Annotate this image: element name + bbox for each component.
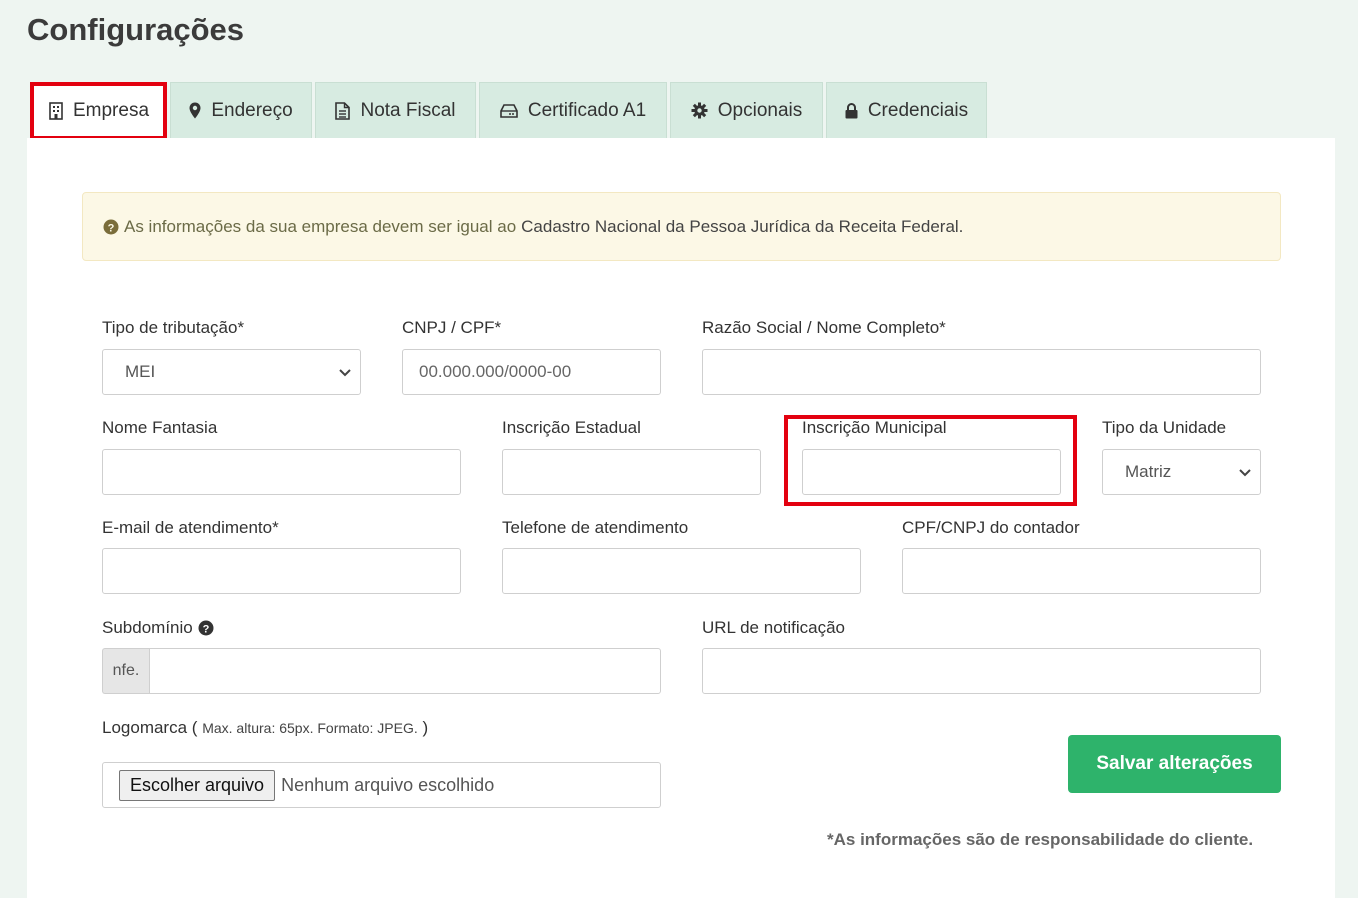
map-marker-icon: [189, 102, 201, 119]
file-text-icon: [335, 101, 351, 120]
url-notificacao-label: URL de notificação: [702, 618, 846, 637]
tab-label: Opcionais: [717, 99, 803, 121]
page-title: Configurações: [27, 12, 245, 47]
logomarca-file-input: Escolher arquivo Nenhum arquivo escolhid…: [102, 762, 661, 808]
email-atendimento-label: E-mail de atendimento*: [102, 518, 279, 537]
url-notificacao-input[interactable]: [702, 648, 1261, 694]
cpf-cnpj-contador-input[interactable]: [902, 548, 1261, 594]
chevron-down-icon: [338, 365, 352, 379]
building-icon: [49, 101, 63, 120]
email-atendimento-input[interactable]: [102, 548, 461, 594]
logomarca-label: Logomarca ( Max. altura: 65px. Formato: …: [102, 718, 428, 738]
subdominio-label: Subdomínio ?: [102, 618, 214, 638]
svg-text:?: ?: [202, 623, 209, 635]
gear-icon: [691, 102, 708, 119]
choose-file-button[interactable]: Escolher arquivo: [119, 769, 276, 801]
telefone-atendimento-input[interactable]: [502, 548, 861, 594]
telefone-atendimento-label: Telefone de atendimento: [502, 518, 689, 537]
tipo-tributacao-label: Tipo de tributação*: [102, 318, 245, 337]
inscricao-estadual-label: Inscrição Estadual: [502, 418, 641, 437]
question-circle-icon: ?: [103, 219, 119, 235]
inscricao-municipal-label: Inscrição Municipal: [802, 418, 947, 437]
logomarca-note-open: (: [191, 718, 198, 737]
svg-text:?: ?: [108, 222, 115, 234]
tab-label: Empresa: [72, 99, 150, 121]
save-button[interactable]: Salvar alterações: [1068, 735, 1281, 793]
cnpj-cpf-input[interactable]: [402, 349, 661, 395]
cpf-cnpj-contador-label: CPF/CNPJ do contador: [902, 518, 1080, 537]
nome-fantasia-label: Nome Fantasia: [102, 418, 218, 437]
tipo-unidade-label: Tipo da Unidade: [1102, 418, 1227, 437]
lock-icon: [845, 102, 858, 119]
hdd-icon: [500, 103, 518, 118]
file-status: Nenhum arquivo escolhido: [281, 774, 495, 795]
logomarca-note-close: ): [422, 718, 429, 737]
tipo-tributacao-select[interactable]: MEI: [102, 349, 361, 395]
tab-opcionais[interactable]: Opcionais: [670, 82, 823, 138]
select-value: Matriz: [1125, 462, 1172, 481]
subdominio-input-group: nfe.: [102, 648, 661, 694]
info-alert: ? As informações da sua empresa devem se…: [82, 192, 1281, 261]
subdominio-label-text: Subdomínio: [102, 618, 193, 637]
inscricao-municipal-input[interactable]: [802, 449, 1061, 495]
tab-nota-fiscal[interactable]: Nota Fiscal: [315, 82, 476, 138]
tipo-unidade-select[interactable]: Matriz: [1102, 449, 1261, 495]
tab-label: Credenciais: [867, 99, 969, 121]
nome-fantasia-input[interactable]: [102, 449, 461, 495]
settings-panel: ? As informações da sua empresa devem se…: [27, 138, 1335, 898]
select-value: MEI: [125, 362, 156, 381]
razao-social-input[interactable]: [702, 349, 1261, 395]
question-circle-icon[interactable]: ?: [198, 620, 214, 636]
logomarca-label-text: Logomarca: [102, 718, 188, 737]
tab-endereco[interactable]: Endereço: [170, 82, 312, 138]
alert-strong-text: Cadastro Nacional da Pessoa Jurídica da …: [521, 216, 964, 236]
tab-empresa[interactable]: Empresa: [34, 82, 164, 138]
subdominio-prefix: nfe.: [102, 648, 149, 694]
tab-label: Endereço: [211, 99, 293, 121]
tab-credenciais[interactable]: Credenciais: [826, 82, 987, 138]
responsibility-footnote: *As informações são de responsabilidade …: [827, 830, 1254, 849]
subdominio-input[interactable]: [149, 648, 661, 694]
razao-social-label: Razão Social / Nome Completo*: [702, 318, 946, 337]
tab-certificado-a1[interactable]: Certificado A1: [479, 82, 667, 138]
alert-text: As informações da sua empresa devem ser …: [124, 216, 517, 236]
cnpj-cpf-label: CNPJ / CPF*: [402, 318, 502, 337]
logomarca-note: Max. altura: 65px. Formato: JPEG.: [202, 720, 418, 736]
tab-label: Nota Fiscal: [360, 99, 456, 121]
inscricao-estadual-input[interactable]: [502, 449, 761, 495]
chevron-down-icon: [1238, 465, 1252, 479]
tab-label: Certificado A1: [527, 99, 647, 121]
